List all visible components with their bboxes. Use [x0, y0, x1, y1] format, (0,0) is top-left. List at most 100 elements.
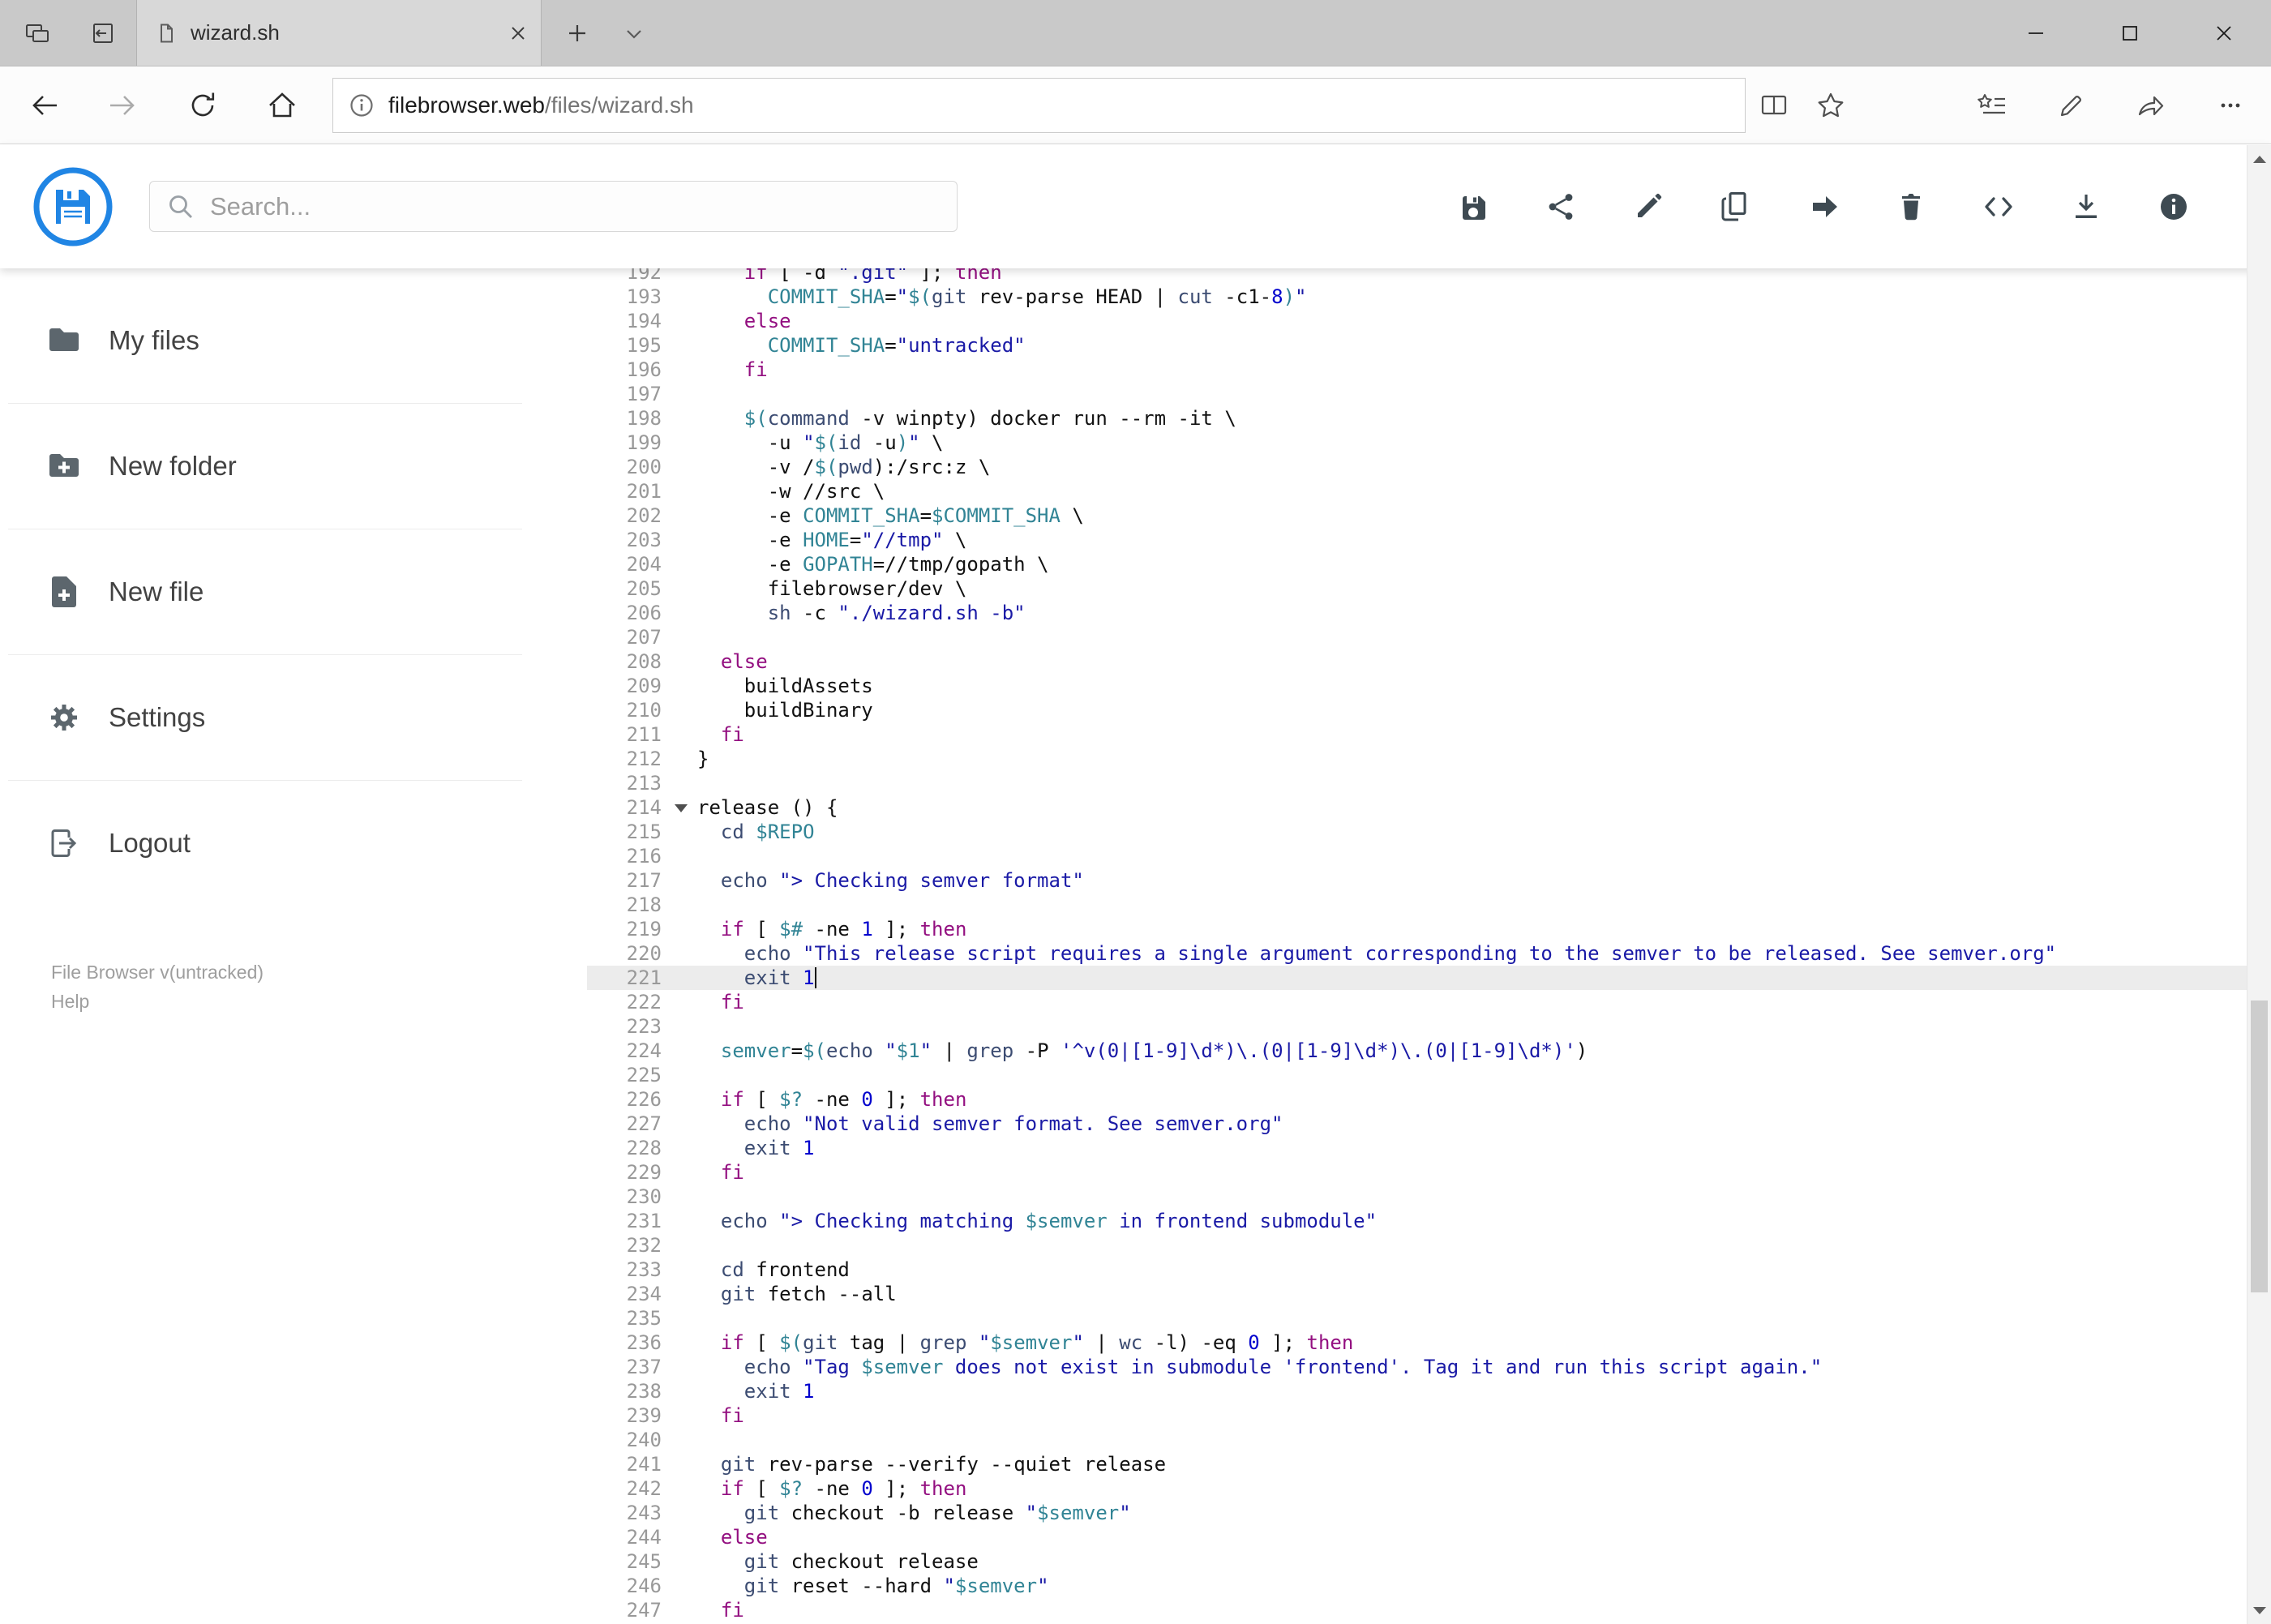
code-line-219[interactable]: 219 if [ $# -ne 1 ]; then [587, 917, 2271, 941]
code-editor[interactable]: 192 if [ -d ".git" ]; then 193 COMMIT_SHA… [587, 268, 2271, 1624]
code-line-231[interactable]: 231 echo "> Checking matching $semver in… [587, 1209, 2271, 1233]
code-line-225[interactable]: 225 [587, 1063, 2271, 1087]
code-line-238[interactable]: 238 exit 1 [587, 1379, 2271, 1403]
forward-button[interactable] [94, 76, 152, 135]
code-line-221[interactable]: 221 exit 1 [587, 966, 2271, 990]
browser-tab[interactable]: wizard.sh [136, 0, 542, 66]
home-button[interactable] [253, 76, 311, 135]
code-line-213[interactable]: 213 [587, 771, 2271, 795]
code-line-205[interactable]: 205 filebrowser/dev \ [587, 576, 2271, 601]
code-line-198[interactable]: 198 $(command -v winpty) docker run --rm… [587, 406, 2271, 431]
code-line-192[interactable]: 192 if [ -d ".git" ]; then [587, 268, 2271, 285]
code-line-217[interactable]: 217 echo "> Checking semver format" [587, 868, 2271, 893]
scrollbar-thumb[interactable] [2251, 1001, 2268, 1292]
code-line-208[interactable]: 208 else [587, 649, 2271, 674]
web-notes-button[interactable] [2042, 76, 2101, 135]
code-line-240[interactable]: 240 [587, 1428, 2271, 1452]
code-line-223[interactable]: 223 [587, 1014, 2271, 1039]
refresh-button[interactable] [174, 76, 232, 135]
code-line-220[interactable]: 220 echo "This release script requires a… [587, 941, 2271, 966]
code-line-209[interactable]: 209 buildAssets [587, 674, 2271, 698]
code-line-197[interactable]: 197 [587, 382, 2271, 406]
code-line-230[interactable]: 230 [587, 1185, 2271, 1209]
tab-close-button[interactable] [508, 24, 528, 43]
code-line-241[interactable]: 241 git rev-parse --verify --quiet relea… [587, 1452, 2271, 1476]
code-line-232[interactable]: 232 [587, 1233, 2271, 1258]
sidebar-item-new-file[interactable]: New file [0, 529, 587, 654]
code-line-236[interactable]: 236 if [ $(git tag | grep "$semver" | wc… [587, 1330, 2271, 1355]
code-line-202[interactable]: 202 -e COMMIT_SHA=$COMMIT_SHA \ [587, 503, 2271, 528]
code-line-214[interactable]: 214 release () { [587, 795, 2271, 820]
new-tab-button[interactable] [556, 0, 598, 66]
code-line-222[interactable]: 222 fi [587, 990, 2271, 1014]
code-line-199[interactable]: 199 -u "$(id -u)" \ [587, 431, 2271, 455]
app-logo[interactable] [32, 166, 114, 247]
sidebar-item-settings[interactable]: Settings [0, 655, 587, 780]
code-line-242[interactable]: 242 if [ $? -ne 0 ]; then [587, 1476, 2271, 1501]
code-line-203[interactable]: 203 -e HOME="//tmp" \ [587, 528, 2271, 552]
code-line-207[interactable]: 207 [587, 625, 2271, 649]
address-bar[interactable]: filebrowser.web/files/wizard.sh [332, 77, 1746, 133]
code-line-194[interactable]: 194 else [587, 309, 2271, 333]
back-button[interactable] [15, 76, 73, 135]
code-line-212[interactable]: 212} [587, 747, 2271, 771]
code-line-215[interactable]: 215 cd $REPO [587, 820, 2271, 844]
code-line-193[interactable]: 193 COMMIT_SHA="$(git rev-parse HEAD | c… [587, 285, 2271, 309]
code-line-206[interactable]: 206 sh -c "./wizard.sh -b" [587, 601, 2271, 625]
code-line-239[interactable]: 239 fi [587, 1403, 2271, 1428]
code-line-226[interactable]: 226 if [ $? -ne 0 ]; then [587, 1087, 2271, 1112]
show-tab-previews-button[interactable] [613, 0, 655, 66]
share-button[interactable] [1538, 184, 1583, 229]
code-line-229[interactable]: 229 fi [587, 1160, 2271, 1185]
copy-button[interactable] [1713, 184, 1759, 229]
help-link[interactable]: Help [51, 987, 587, 1016]
code-line-216[interactable]: 216 [587, 844, 2271, 868]
scroll-up-button[interactable] [2247, 145, 2271, 173]
code-line-228[interactable]: 228 exit 1 [587, 1136, 2271, 1160]
sidebar-item-my-files[interactable]: My files [0, 278, 587, 403]
code-line-200[interactable]: 200 -v /$(pwd):/src:z \ [587, 455, 2271, 479]
code-line-211[interactable]: 211 fi [587, 722, 2271, 747]
code-line-246[interactable]: 246 git reset --hard "$semver" [587, 1574, 2271, 1598]
save-button[interactable] [1450, 184, 1496, 229]
site-info-icon[interactable] [348, 92, 375, 119]
sidebar-item-new-folder[interactable]: New folder [0, 404, 587, 529]
search-input[interactable] [210, 191, 941, 221]
code-editor-button[interactable] [1976, 184, 2021, 229]
scroll-down-button[interactable] [2247, 1596, 2271, 1624]
code-line-196[interactable]: 196 fi [587, 358, 2271, 382]
code-line-218[interactable]: 218 [587, 893, 2271, 917]
settings-more-button[interactable] [2201, 76, 2260, 135]
tab-preview-button[interactable] [13, 0, 62, 66]
code-line-237[interactable]: 237 echo "Tag $semver does not exist in … [587, 1355, 2271, 1379]
search-box[interactable] [149, 181, 958, 232]
rename-button[interactable] [1626, 184, 1671, 229]
code-line-224[interactable]: 224 semver=$(echo "$1" | grep -P '^v(0|[… [587, 1039, 2271, 1063]
code-line-204[interactable]: 204 -e GOPATH=//tmp/gopath \ [587, 552, 2271, 576]
download-button[interactable] [2063, 184, 2109, 229]
code-line-210[interactable]: 210 buildBinary [587, 698, 2271, 722]
sidebar-item-logout[interactable]: Logout [0, 781, 587, 906]
info-button[interactable] [2151, 184, 2196, 229]
code-line-227[interactable]: 227 echo "Not valid semver format. See s… [587, 1112, 2271, 1136]
favorite-button[interactable] [1802, 76, 1859, 135]
code-line-233[interactable]: 233 cd frontend [587, 1258, 2271, 1282]
code-line-247[interactable]: 247 fi [587, 1598, 2271, 1622]
share-button-browser[interactable] [2122, 76, 2180, 135]
code-line-243[interactable]: 243 git checkout -b release "$semver" [587, 1501, 2271, 1525]
code-line-245[interactable]: 245 git checkout release [587, 1549, 2271, 1574]
fold-arrow-icon[interactable] [675, 804, 688, 812]
page-scrollbar[interactable] [2247, 145, 2271, 1624]
move-button[interactable] [1801, 184, 1846, 229]
hub-button[interactable] [1963, 76, 2021, 135]
minimize-button[interactable] [1989, 0, 2083, 66]
code-line-201[interactable]: 201 -w //src \ [587, 479, 2271, 503]
delete-button[interactable] [1888, 184, 1934, 229]
code-line-244[interactable]: 244 else [587, 1525, 2271, 1549]
close-window-button[interactable] [2177, 0, 2271, 66]
code-line-235[interactable]: 235 [587, 1306, 2271, 1330]
set-tabs-aside-button[interactable] [78, 0, 126, 66]
code-line-195[interactable]: 195 COMMIT_SHA="untracked" [587, 333, 2271, 358]
reading-view-button[interactable] [1746, 76, 1802, 135]
code-line-234[interactable]: 234 git fetch --all [587, 1282, 2271, 1306]
